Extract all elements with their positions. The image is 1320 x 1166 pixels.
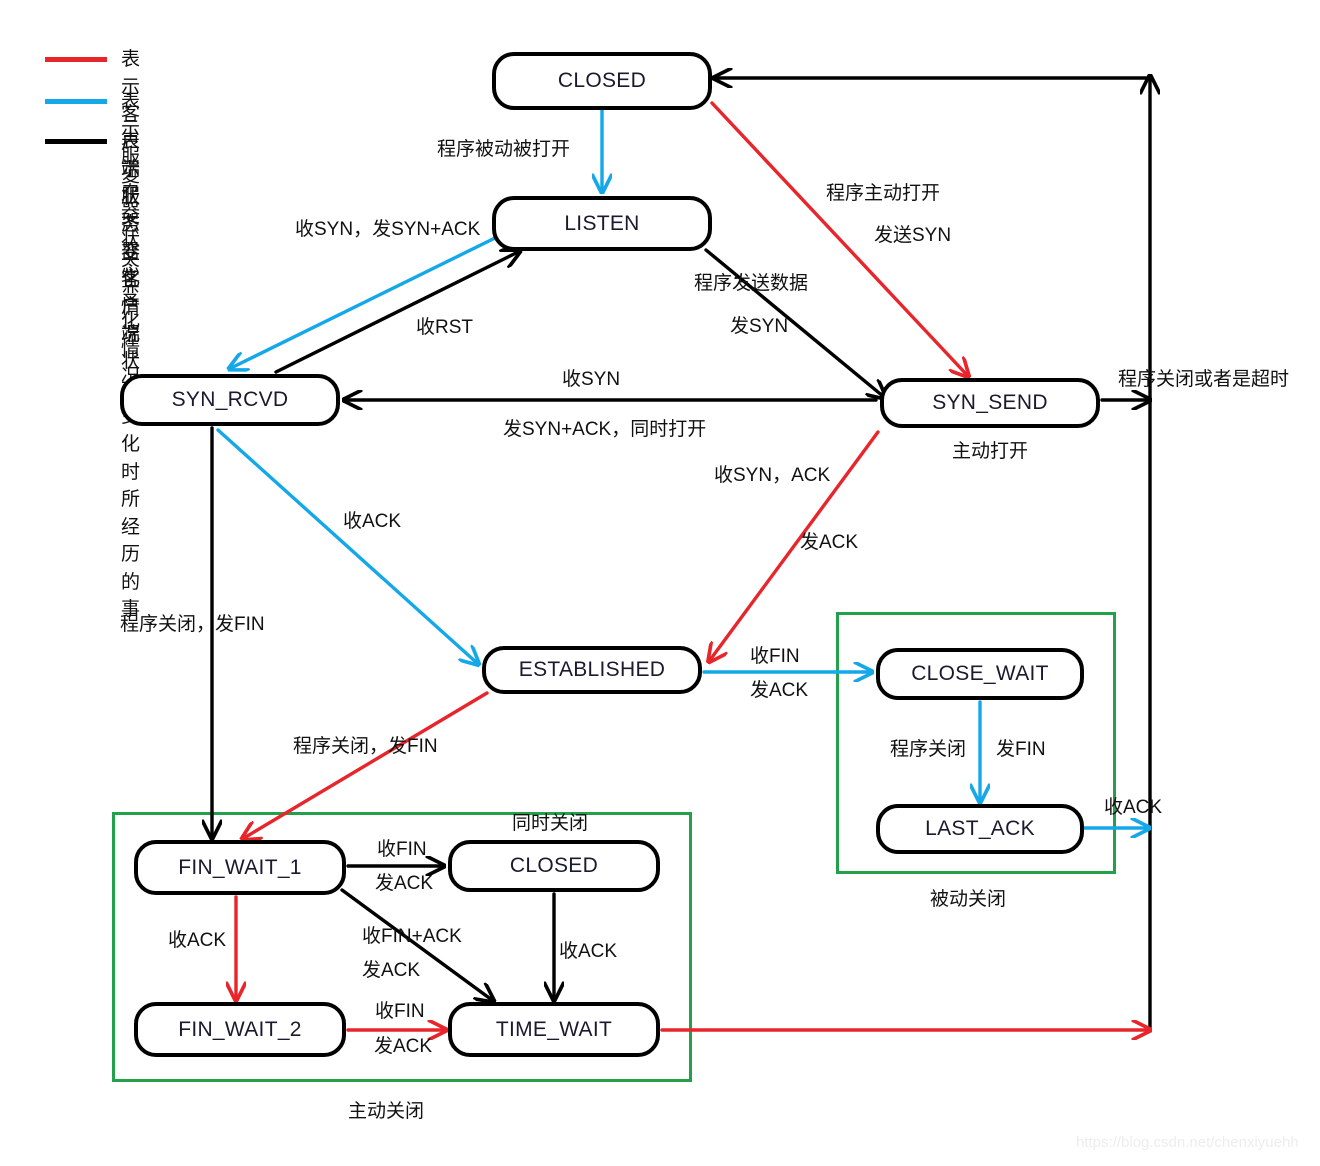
edge-label-closed-to-listen: 程序被动被打开 xyxy=(437,139,571,160)
state-time_wait[interactable]: TIME_WAIT xyxy=(448,1002,660,1057)
edge-label-finwait1-to-timewait-1: 收FIN+ACK xyxy=(362,926,462,947)
state-label-close_wait: CLOSE_WAIT xyxy=(911,662,1049,685)
edge-estab-to-finwait1 xyxy=(244,691,489,838)
edge-label-closewait-to-lastack-1: 程序关闭 xyxy=(890,739,967,760)
state-syn_rcvd[interactable]: SYN_RCVD xyxy=(120,374,340,426)
edge-label-synrcvd-close-fin: 程序关闭，发FIN xyxy=(120,614,265,635)
edge-label-listen-to-synsend-1: 程序发送数据 xyxy=(694,273,809,294)
state-close_wait[interactable]: CLOSE_WAIT xyxy=(876,648,1084,700)
state-closed_sim[interactable]: CLOSED xyxy=(448,840,660,892)
edge-label-closed-to-synsend-1: 程序主动打开 xyxy=(826,183,941,204)
edge-label-finwait1-to-closed-2: 发ACK xyxy=(375,873,434,894)
edge-label-synrcvd-to-estab: 收ACK xyxy=(343,511,402,532)
state-fin_wait_1[interactable]: FIN_WAIT_1 xyxy=(134,840,346,895)
edge-label-synrcvd-to-listen: 收RST xyxy=(416,317,474,338)
state-label-syn_send: SYN_SEND xyxy=(932,391,1048,414)
state-label-listen: LISTEN xyxy=(564,211,640,235)
edge-label-listen-to-synrcvd: 收SYN，发SYN+ACK xyxy=(295,219,481,240)
edge-label-lastack-recv-ack: 收ACK xyxy=(1104,797,1163,818)
state-closed_top[interactable]: CLOSED xyxy=(492,52,712,110)
edge-label-finwait1-to-closed-1: 收FIN xyxy=(377,839,427,860)
state-syn_send[interactable]: SYN_SEND xyxy=(880,378,1100,428)
edge-label-closed-to-timewait: 收ACK xyxy=(559,941,618,962)
edge-label-estab-to-closewait-2: 发ACK xyxy=(750,680,809,701)
sub-label-syn_send_sub: 主动打开 xyxy=(952,441,1029,462)
state-label-closed_sim: CLOSED xyxy=(509,854,599,877)
edge-label-finwait1-to-timewait-2: 发ACK xyxy=(362,960,421,981)
edge-label-closewait-to-lastack-2: 发FIN xyxy=(996,739,1046,760)
state-label-time_wait: TIME_WAIT xyxy=(495,1017,613,1041)
diagram-canvas: 表示客户端状态变化情况表示服务器状态变化情况表示服务器客户端状态变化时所经历的事… xyxy=(0,0,1320,1166)
edge-label-estab-close-fin: 程序关闭，发FIN xyxy=(293,736,438,757)
edge-label-finwait1-to-finwait2: 收ACK xyxy=(168,930,227,951)
edge-label-synsend-to-synrcvd-1: 收SYN xyxy=(562,369,621,390)
edge-label-synsend-close-timeout: 程序关闭或者是超时 xyxy=(1118,369,1290,390)
edge-label-simultaneous-close: 同时关闭 xyxy=(512,813,589,834)
edge-label-synsend-to-synrcvd-2: 发SYN+ACK，同时打开 xyxy=(503,419,707,440)
edge-label-finwait2-to-timewait-2: 发ACK xyxy=(374,1036,433,1057)
edge-listen-to-synrcvd xyxy=(231,235,499,368)
state-label-closed_top: CLOSED xyxy=(557,69,647,92)
edge-label-closed-to-synsend-2: 发送SYN xyxy=(874,225,952,246)
state-label-fin_wait_1: FIN_WAIT_1 xyxy=(178,855,302,879)
state-label-established: ESTABLISHED xyxy=(518,658,666,681)
edge-layer xyxy=(0,0,1320,1166)
edge-label-finwait2-to-timewait-1: 收FIN xyxy=(375,1001,425,1022)
edge-label-estab-to-closewait-1: 收FIN xyxy=(750,646,800,667)
edge-label-synsend-to-estab-1: 收SYN，ACK xyxy=(714,465,831,486)
edge-label-synsend-to-estab-2: 发ACK xyxy=(800,532,859,553)
state-label-syn_rcvd: SYN_RCVD xyxy=(171,388,289,411)
state-label-fin_wait_2: FIN_WAIT_2 xyxy=(178,1017,302,1041)
state-label-last_ack: LAST_ACK xyxy=(925,817,1035,840)
state-fin_wait_2[interactable]: FIN_WAIT_2 xyxy=(134,1002,346,1057)
watermark: https://blog.csdn.net/chenxiyuehh xyxy=(1076,1134,1299,1151)
edge-label-listen-to-synsend-2: 发SYN xyxy=(730,316,789,337)
state-listen[interactable]: LISTEN xyxy=(492,196,712,251)
state-established[interactable]: ESTABLISHED xyxy=(482,646,702,694)
state-last_ack[interactable]: LAST_ACK xyxy=(876,804,1084,854)
edge-synrcvd-to-listen xyxy=(274,252,518,374)
